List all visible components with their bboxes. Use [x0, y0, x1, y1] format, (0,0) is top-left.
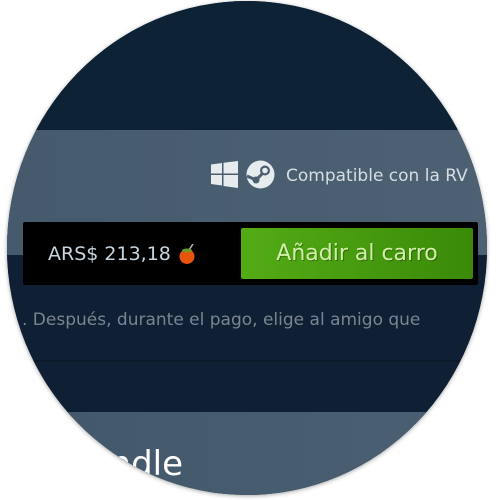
- bundle-panel: [7, 412, 487, 495]
- price-label: ARS$ 213,18: [48, 242, 171, 265]
- vr-compatible-label: Compatible con la RV: [286, 166, 468, 186]
- mate-icon: [179, 243, 195, 264]
- divider: [7, 360, 487, 362]
- purchase-box: ARS$ 213,18 Añadir al carro: [23, 222, 478, 285]
- add-to-cart-button[interactable]: Añadir al carro: [241, 228, 473, 279]
- bundle-heading: undle: [88, 444, 184, 484]
- windows-icon: [211, 160, 238, 192]
- steamvr-icon: [246, 160, 275, 193]
- circular-crop: Compatible con la RV ARS$ 213,18 Añadir …: [7, 1, 487, 495]
- header-band: [7, 1, 487, 130]
- price-display: ARS$ 213,18: [48, 222, 195, 285]
- gift-description: . Después, durante el pago, elige al ami…: [22, 310, 421, 330]
- platform-row: Compatible con la RV: [211, 160, 468, 192]
